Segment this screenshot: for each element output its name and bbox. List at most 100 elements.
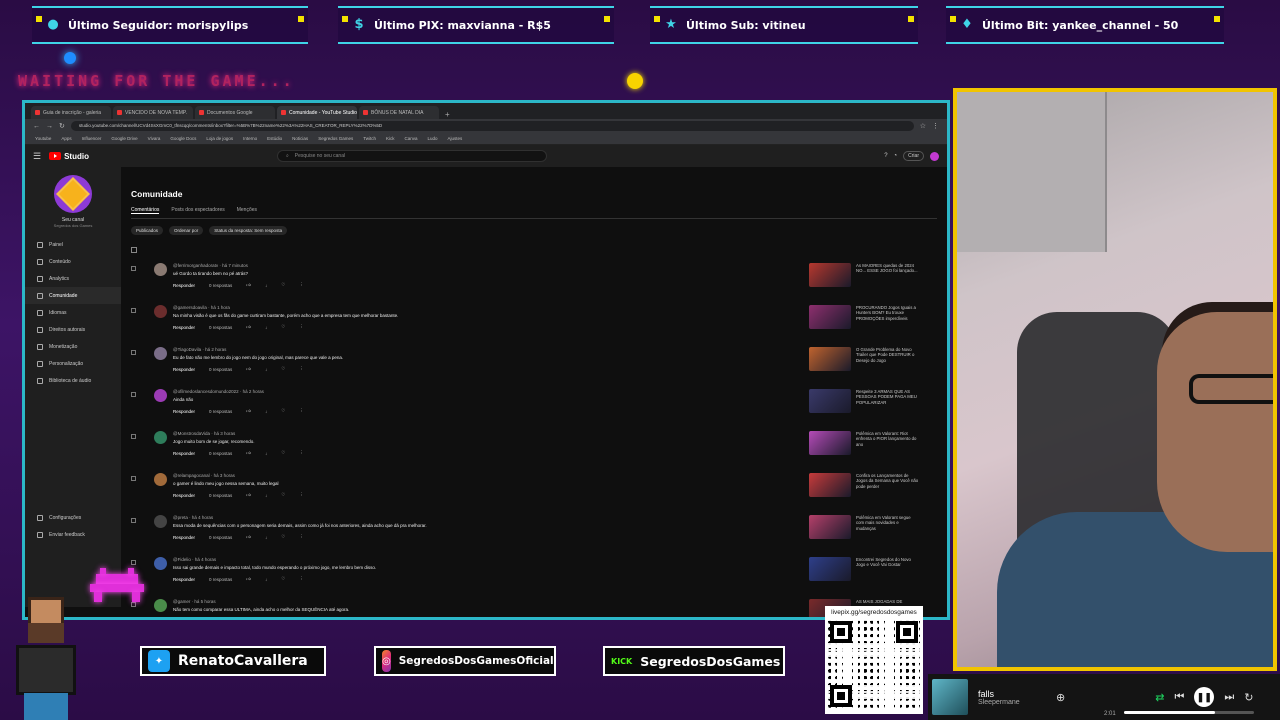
- pause-button[interactable]: ❚❚: [1194, 687, 1215, 707]
- video-title[interactable]: Polêmica em Valorant segue com mais novi…: [856, 515, 919, 539]
- video-thumbnail[interactable]: [809, 389, 851, 413]
- thumbs-up-icon[interactable]: 👍︎: [246, 492, 251, 498]
- video-thumbnail[interactable]: [809, 515, 851, 539]
- video-title[interactable]: Polêmica em Valorant: Riot enfrenta o PI…: [856, 431, 919, 455]
- heart-icon[interactable]: ♡: [281, 450, 285, 456]
- reply-button[interactable]: Responder: [173, 367, 195, 372]
- comment-checkbox[interactable]: [131, 392, 136, 397]
- comment-checkbox[interactable]: [131, 434, 136, 439]
- comment-author[interactable]: @preta · há 4 horas: [173, 515, 693, 520]
- replies-count[interactable]: 0 respostas: [209, 325, 232, 330]
- sidebar-feedback[interactable]: Enviar feedback: [25, 526, 121, 543]
- heart-icon[interactable]: ♡: [281, 576, 285, 582]
- video-title[interactable]: Encontrei Segredos do Novo Jogo e Você V…: [856, 557, 919, 581]
- commenter-avatar[interactable]: [154, 473, 167, 486]
- video-title[interactable]: PROCURANDO Jogos Iguais a Hunters BOM? E…: [856, 305, 919, 329]
- forward-icon[interactable]: →: [46, 123, 53, 130]
- bookmark-item[interactable]: Interno: [243, 136, 257, 141]
- reply-button[interactable]: Responder: [173, 577, 195, 582]
- comment-video-ref[interactable]: Polêmica em Valorant segue com mais novi…: [809, 515, 919, 539]
- bookmark-item[interactable]: Youtube: [35, 136, 51, 141]
- browser-tab[interactable]: Documentos Google: [195, 106, 275, 119]
- bookmark-item[interactable]: Google Drive: [111, 136, 137, 141]
- add-to-library-icon[interactable]: ⊕: [1056, 691, 1065, 704]
- more-options-icon[interactable]: ⋮: [299, 366, 304, 372]
- bookmark-item[interactable]: Vivara: [148, 136, 161, 141]
- sidebar-item[interactable]: Idiomas: [25, 304, 121, 321]
- replies-count[interactable]: 0 respostas: [209, 367, 232, 372]
- previous-icon[interactable]: ⏮: [1174, 691, 1184, 704]
- commenter-avatar[interactable]: [154, 347, 167, 360]
- bookmark-item[interactable]: Apps: [61, 136, 71, 141]
- heart-icon[interactable]: ♡: [281, 408, 285, 414]
- heart-icon[interactable]: ♡: [281, 324, 285, 330]
- bookmark-item[interactable]: Ludo: [428, 136, 438, 141]
- replies-count[interactable]: 0 respostas: [209, 493, 232, 498]
- video-thumbnail[interactable]: [809, 431, 851, 455]
- comment-author[interactable]: @TiagoDavila · há 2 horas: [173, 347, 693, 352]
- comment-author[interactable]: @ferrimorganhadoratv · há 7 minutos: [173, 263, 693, 268]
- reply-button[interactable]: Responder: [173, 451, 195, 456]
- heart-icon[interactable]: ♡: [281, 534, 285, 540]
- select-all-checkbox[interactable]: [131, 247, 137, 253]
- video-title[interactable]: Confira os Lançamentos de Jogos da Seman…: [856, 473, 919, 497]
- comment-author[interactable]: @gamersdoavila · há 1 hora: [173, 305, 693, 310]
- sidebar-item[interactable]: Analytics: [25, 270, 121, 287]
- replies-count[interactable]: 0 respostas: [209, 451, 232, 456]
- video-thumbnail[interactable]: [809, 473, 851, 497]
- extensions-icon[interactable]: ⋮: [932, 122, 939, 130]
- tab-comments[interactable]: Comentários: [131, 207, 160, 214]
- channel-avatar[interactable]: [54, 175, 92, 213]
- reply-button[interactable]: Responder: [173, 409, 195, 414]
- browser-tab[interactable]: VENCIDO DE NOVA TEMP.: [113, 106, 193, 119]
- reply-button[interactable]: Responder: [173, 619, 195, 621]
- bookmark-item[interactable]: Google Docs: [170, 136, 196, 141]
- bookmark-item[interactable]: Kick: [386, 136, 395, 141]
- more-options-icon[interactable]: ⋮: [299, 282, 304, 288]
- commenter-avatar[interactable]: [154, 599, 167, 612]
- comment-author[interactable]: @gamer · há 5 horas: [173, 599, 693, 604]
- comment-checkbox[interactable]: [131, 308, 136, 313]
- video-thumbnail[interactable]: [809, 263, 851, 287]
- comment-checkbox[interactable]: [131, 476, 136, 481]
- thumbs-up-icon[interactable]: 👍︎: [246, 450, 251, 456]
- sidebar-item[interactable]: Monetização: [25, 338, 121, 355]
- video-thumbnail[interactable]: [809, 557, 851, 581]
- account-avatar[interactable]: [930, 151, 939, 161]
- filter-published[interactable]: Publicados: [131, 226, 164, 235]
- comment-video-ref[interactable]: Respeite 3 ARMAS QUE AS PESSOAS PODEM PA…: [809, 389, 919, 413]
- more-options-icon[interactable]: ⋮: [299, 492, 304, 498]
- video-title[interactable]: As MAIORES quedas de 2024 NO... ESSE JOG…: [856, 263, 919, 287]
- reply-button[interactable]: Responder: [173, 325, 195, 330]
- thumbs-up-icon[interactable]: 👍︎: [246, 324, 251, 330]
- browser-tab[interactable]: Guia de inscrição - galeria: [31, 106, 111, 119]
- thumbs-down-icon[interactable]: ↓: [265, 367, 267, 372]
- help-icon[interactable]: ?: [884, 153, 887, 159]
- search-input[interactable]: ⌕ Pesquise no seu canal: [276, 150, 547, 162]
- thumbs-down-icon[interactable]: ↓: [265, 451, 267, 456]
- comment-author[interactable]: @Fidelio · há 4 horas: [173, 557, 693, 562]
- menu-icon[interactable]: ☰: [33, 151, 41, 162]
- comment-author[interactable]: @relampagocanal · há 3 horas: [173, 473, 693, 478]
- comment-video-ref[interactable]: O Grande Problema do Novo Trailer que Po…: [809, 347, 919, 371]
- more-options-icon[interactable]: ⋮: [299, 534, 304, 540]
- replies-count[interactable]: 0 respostas: [209, 409, 232, 414]
- sidebar-item[interactable]: Direitos autorais: [25, 321, 121, 338]
- bookmark-item[interactable]: Loja de jogos: [206, 136, 233, 141]
- bookmark-item[interactable]: Influencer: [82, 136, 102, 141]
- more-options-icon[interactable]: ⋮: [299, 324, 304, 330]
- thumbs-down-icon[interactable]: ↓: [265, 619, 267, 621]
- sidebar-item[interactable]: Comunidade: [25, 287, 121, 304]
- thumbs-down-icon[interactable]: ↓: [265, 325, 267, 330]
- repeat-icon[interactable]: ↻: [1244, 691, 1253, 704]
- heart-icon[interactable]: ♡: [281, 366, 285, 372]
- replies-count[interactable]: 0 respostas: [209, 577, 232, 582]
- sidebar-settings[interactable]: Configurações: [25, 509, 121, 526]
- sidebar-item[interactable]: Conteúdo: [25, 253, 121, 270]
- bookmark-star-icon[interactable]: ☆: [920, 122, 926, 130]
- comment-checkbox[interactable]: [131, 518, 136, 523]
- notifications-icon[interactable]: ◔: [894, 153, 898, 159]
- thumbs-up-icon[interactable]: 👍︎: [246, 282, 251, 288]
- tab-viewer-posts[interactable]: Posts dos espectadores: [171, 207, 224, 214]
- heart-icon[interactable]: ♡: [281, 618, 285, 620]
